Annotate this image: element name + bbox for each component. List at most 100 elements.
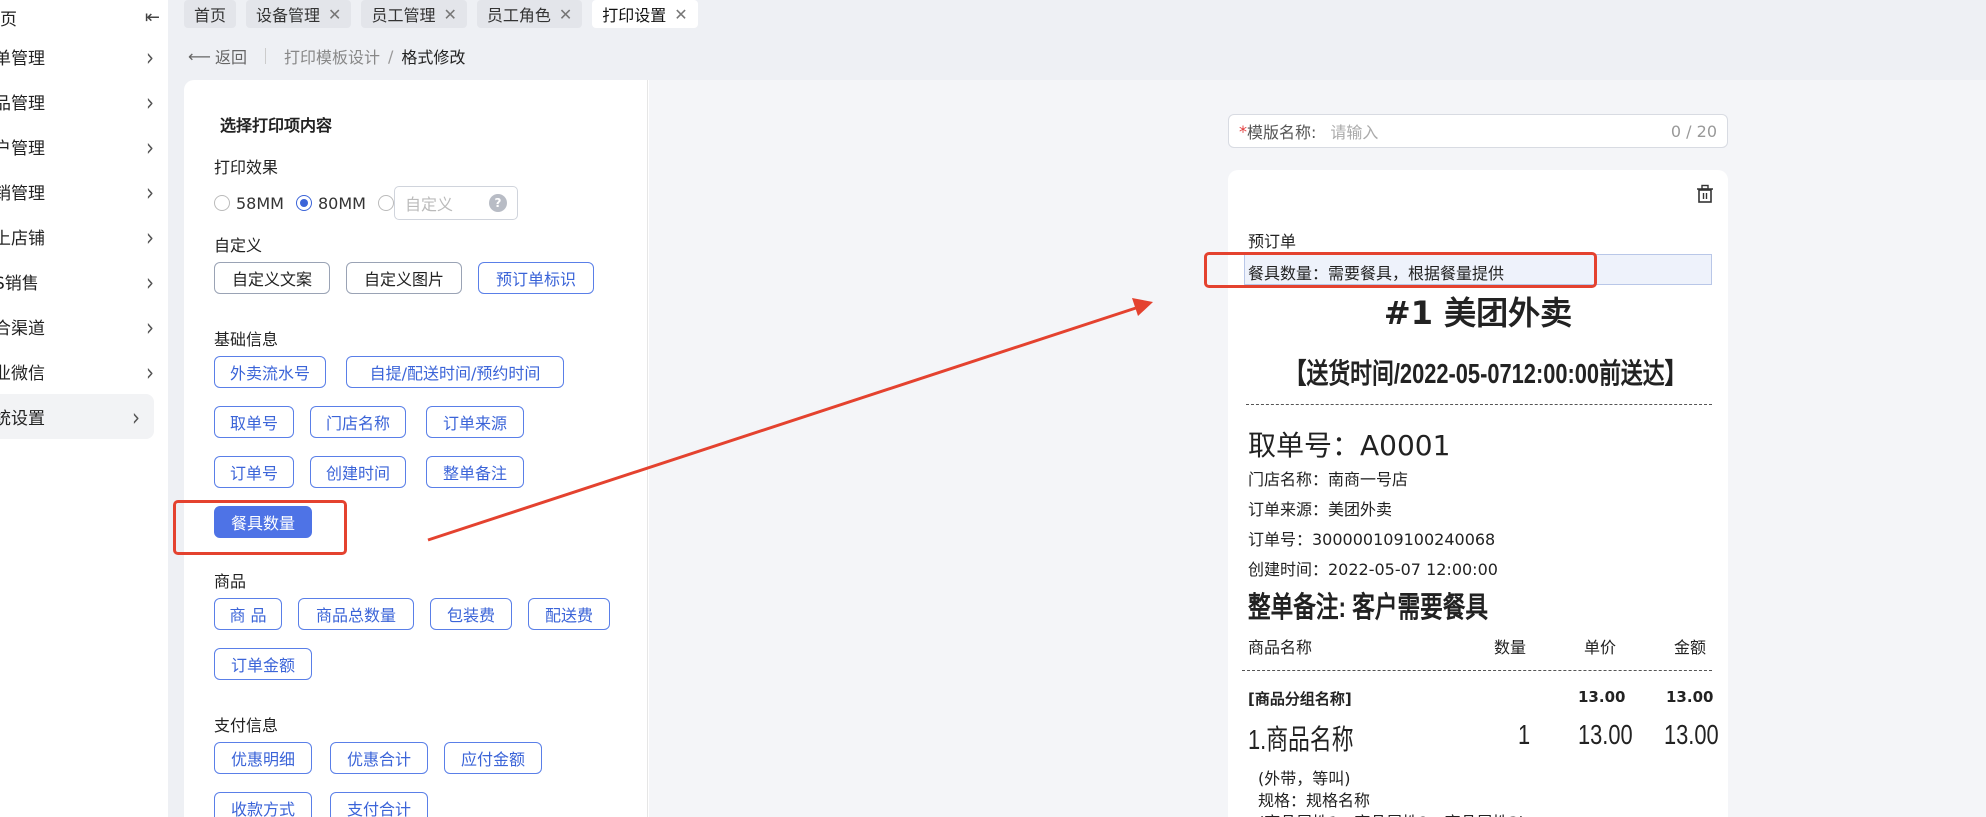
delivery-fee-button[interactable]: 配送费 xyxy=(528,598,610,630)
payment-total-button[interactable]: 支付合计 xyxy=(330,792,428,817)
sidebar-item[interactable]: 单管理 › xyxy=(0,34,168,79)
panel-title: 选择打印项内容 xyxy=(220,116,333,135)
chevron-right-icon: › xyxy=(146,357,154,386)
order-source-line: 订单来源：美团外卖 xyxy=(1248,500,1393,519)
back-button[interactable]: ⟵ 返回 xyxy=(188,44,247,68)
custom-section-label: 自定义 xyxy=(214,236,263,255)
created-time-line: 创建时间：2022-05-07 12:00:00 xyxy=(1248,560,1498,579)
order-amount-button[interactable]: 订单金额 xyxy=(214,648,312,680)
radio-80mm[interactable] xyxy=(295,195,312,211)
payable-amount-button[interactable]: 应付金额 xyxy=(444,742,542,774)
sidebar-item[interactable]: 业微信 › xyxy=(0,349,168,394)
help-icon[interactable]: ? xyxy=(488,194,507,212)
chevron-right-icon: › xyxy=(146,132,154,161)
pickup-number-button[interactable]: 取单号 xyxy=(214,406,294,438)
order-remark-button[interactable]: 整单备注 xyxy=(426,456,524,488)
divider xyxy=(264,48,266,64)
sidebar-item[interactable]: S销售 › xyxy=(0,259,168,304)
tab-device-management[interactable]: 设备管理 ✕ xyxy=(246,0,352,28)
radio-58mm[interactable] xyxy=(214,195,230,211)
sidebar-item-label: S销售 xyxy=(0,274,39,294)
radio-custom[interactable] xyxy=(377,195,394,211)
discount-total-button[interactable]: 优惠合计 xyxy=(330,742,428,774)
chevron-right-icon: › xyxy=(146,42,154,71)
chevron-right-icon: › xyxy=(146,177,154,206)
print-effect-label: 打印效果 xyxy=(214,158,279,177)
discount-detail-button[interactable]: 优惠明细 xyxy=(214,742,312,774)
breadcrumb-parent[interactable]: 打印模板设计 xyxy=(284,44,380,68)
item-qty: 1 xyxy=(1518,719,1531,750)
annotation-box-tableware-line xyxy=(1204,252,1597,288)
sidebar-item[interactable]: 户管理 › xyxy=(0,124,168,169)
sidebar-item[interactable]: 品管理 › xyxy=(0,79,168,124)
custom-text-button[interactable]: 自定义文案 xyxy=(214,262,330,294)
item-name: 1.商品名称 xyxy=(1248,724,1354,755)
tab-print-settings[interactable]: 打印设置 ✕ xyxy=(592,0,698,28)
chevron-right-icon: › xyxy=(146,222,154,251)
column-unit-price: 单价 xyxy=(1584,638,1617,657)
sidebar-home-label[interactable]: 页 xyxy=(0,5,17,30)
tab-label: 员工管理 xyxy=(371,6,436,25)
sidebar-item[interactable]: 上店铺 › xyxy=(0,214,168,259)
collapse-sidebar-icon[interactable]: ⇤ xyxy=(145,7,160,28)
tab-bar: 首页 设备管理 ✕ 员工管理 ✕ 员工角色 ✕ 打印设置 ✕ xyxy=(168,0,698,30)
radio-80mm-label[interactable]: 80MM xyxy=(318,194,366,213)
sidebar-item[interactable]: 合渠道 › xyxy=(0,304,168,349)
trash-icon[interactable] xyxy=(1696,184,1714,204)
custom-image-button[interactable]: 自定义图片 xyxy=(346,262,462,294)
group-name: [商品分组名称] xyxy=(1248,690,1352,708)
radio-58mm-label[interactable]: 58MM xyxy=(236,194,284,213)
tab-label: 员工角色 xyxy=(486,6,551,25)
group-price: 13.00 xyxy=(1578,688,1626,706)
breadcrumb: ⟵ 返回 打印模板设计 / 格式修改 xyxy=(188,44,465,68)
pickup-delivery-time-button[interactable]: 自提/配送时间/预约时间 xyxy=(346,356,564,388)
template-name-field[interactable]: * 模版名称: 请输入 0 / 20 xyxy=(1228,114,1728,148)
tab-label: 打印设置 xyxy=(602,6,667,25)
item-spec: 规格：规格名称 xyxy=(1258,791,1371,810)
item-amount: 13.00 xyxy=(1664,719,1719,750)
column-goods-name: 商品名称 xyxy=(1248,638,1313,657)
payment-method-button[interactable]: 收款方式 xyxy=(214,792,312,817)
item-note: (外带，等叫) xyxy=(1258,769,1351,788)
chevron-right-icon: › xyxy=(146,87,154,116)
preorder-tag-button[interactable]: 预订单标识 xyxy=(478,262,594,294)
basic-info-label: 基础信息 xyxy=(214,330,279,349)
tab-home[interactable]: 首页 xyxy=(184,0,237,28)
tab-staff-roles[interactable]: 员工角色 ✕ xyxy=(476,0,583,28)
takeout-serial-button[interactable]: 外卖流水号 xyxy=(214,356,326,388)
goods-total-qty-button[interactable]: 商品总数量 xyxy=(298,598,414,630)
sidebar-item-label: 业微信 xyxy=(0,364,45,384)
order-number-button[interactable]: 订单号 xyxy=(214,456,294,488)
sidebar-item-label: 单管理 xyxy=(0,49,45,69)
print-effect-options: 58MM 80MM 自定义 ? xyxy=(214,186,518,220)
close-icon[interactable]: ✕ xyxy=(559,5,572,24)
sidebar-item[interactable]: 销管理 › xyxy=(0,169,168,214)
divider xyxy=(1242,670,1712,671)
custom-size-input[interactable]: 自定义 ? xyxy=(393,186,518,220)
tab-label: 首页 xyxy=(194,6,227,25)
store-name-button[interactable]: 门店名称 xyxy=(310,406,406,438)
close-icon[interactable]: ✕ xyxy=(443,5,456,24)
packing-fee-button[interactable]: 包装费 xyxy=(430,598,512,630)
close-icon[interactable]: ✕ xyxy=(674,5,687,24)
close-icon[interactable]: ✕ xyxy=(328,5,341,24)
sidebar: 页 ⇤ 单管理 › 品管理 › 户管理 › 销管理 › 上店铺 › S销售 › 合渠道 › 业… xyxy=(0,0,168,817)
goods-button[interactable]: 商 品 xyxy=(214,598,282,630)
required-mark: * xyxy=(1239,121,1247,141)
item-attributes: (商品属性1，商品属性2，商品属性3) xyxy=(1258,809,1525,817)
store-name-line: 门店名称：南商一号店 xyxy=(1248,470,1409,489)
sidebar-item-system-settings[interactable]: 统设置 › xyxy=(0,394,154,439)
sidebar-item-label: 上店铺 xyxy=(0,229,45,249)
pickup-number: 取单号：A0001 xyxy=(1248,429,1451,462)
order-number-line: 订单号：300000109100240068 xyxy=(1248,530,1496,549)
sidebar-header: 页 ⇤ xyxy=(0,0,168,34)
template-name-input[interactable]: 请输入 xyxy=(1330,119,1670,143)
created-time-button[interactable]: 创建时间 xyxy=(310,456,406,488)
order-source-button[interactable]: 订单来源 xyxy=(426,406,524,438)
column-qty: 数量 xyxy=(1494,638,1527,657)
template-name-label: 模版名称: xyxy=(1247,123,1317,142)
print-items-panel: 选择打印项内容 打印效果 58MM 80MM 自定义 ? 自定义 自定义文案 自… xyxy=(184,80,648,817)
delivery-time-line: 【送货时间/2022-05-0712:00:00前送达】 xyxy=(1284,358,1687,389)
tab-staff-management[interactable]: 员工管理 ✕ xyxy=(361,0,467,28)
group-amount: 13.00 xyxy=(1666,688,1714,706)
